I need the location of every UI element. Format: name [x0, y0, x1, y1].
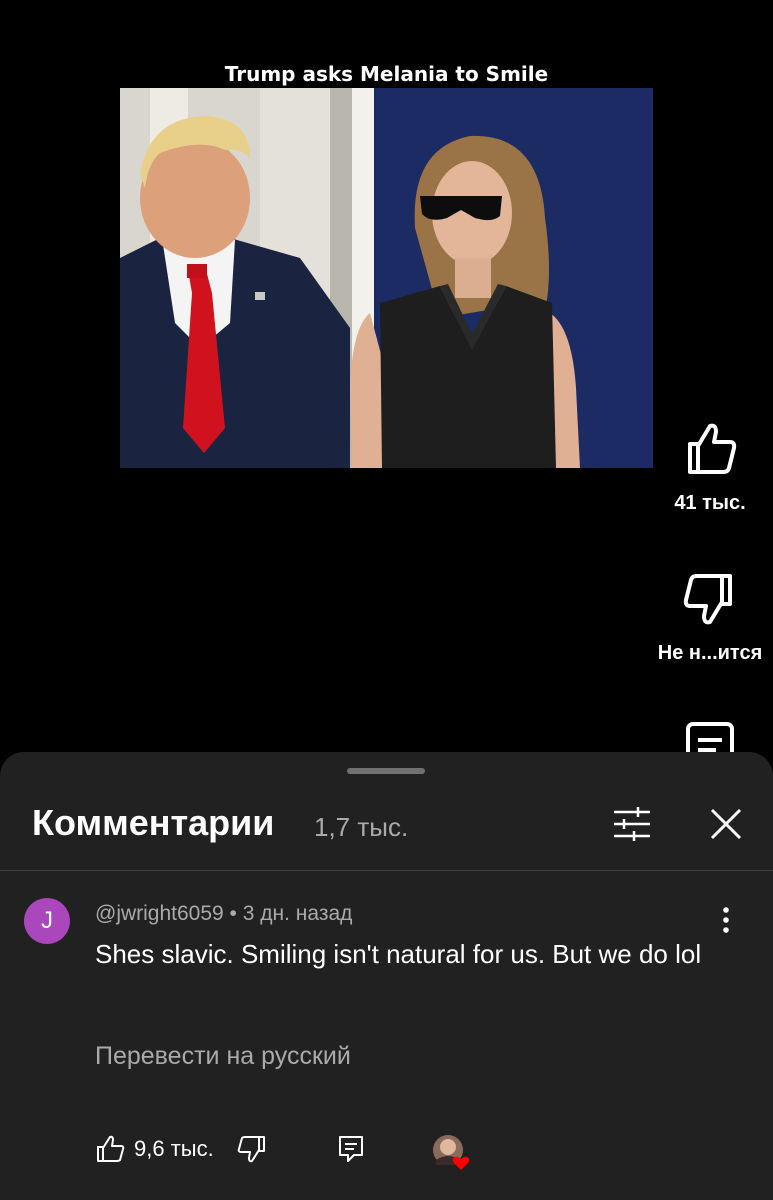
sort-filter-button[interactable] — [610, 806, 654, 842]
like-action[interactable]: 41 тыс. — [650, 420, 770, 515]
comments-count: 1,7 тыс. — [314, 812, 409, 842]
creator-heart-icon — [433, 1135, 470, 1170]
header-divider — [0, 870, 773, 871]
close-icon — [710, 808, 742, 840]
drag-handle[interactable] — [347, 768, 425, 774]
like-icon — [688, 423, 737, 474]
video-player[interactable]: Trump asks Melania to Smile 41 тыс. Не н… — [0, 0, 773, 760]
comment-dislike-button[interactable] — [237, 1134, 267, 1164]
translate-link[interactable]: Перевести на русский — [95, 1042, 351, 1071]
comment-reply-button[interactable] — [336, 1134, 366, 1164]
comments-title: Комментарии — [32, 802, 275, 843]
comment-actions: 9,6 тыс. — [0, 1130, 773, 1178]
sliders-icon — [614, 807, 650, 841]
meta-separator: • — [223, 902, 243, 925]
avatar[interactable]: J — [24, 898, 70, 944]
comment-author[interactable]: @jwright6059 — [95, 902, 224, 925]
like-count: 41 тыс. — [674, 492, 746, 514]
reply-icon — [339, 1136, 363, 1162]
comments-sheet: Комментарии 1,7 тыс. J @jwright6059 • 3 … — [0, 752, 773, 1200]
creator-heart-badge — [430, 1132, 472, 1174]
dislike-label: Не н...ится — [657, 642, 763, 664]
comment-text: Shes slavic. Smiling isn't natural for u… — [95, 939, 702, 969]
dislike-icon — [683, 574, 732, 625]
comment-meta: @jwright6059 • 3 дн. назад — [95, 902, 352, 926]
comment-like-count: 9,6 тыс. — [134, 1136, 214, 1161]
like-icon — [97, 1135, 125, 1162]
video-title: Trump asks Melania to Smile — [224, 62, 549, 86]
video-frame[interactable] — [120, 88, 653, 468]
more-vert-icon — [723, 907, 729, 933]
comment-like-button[interactable] — [95, 1134, 125, 1164]
more-options-button[interactable] — [712, 904, 740, 936]
comment-time: 3 дн. назад — [242, 902, 353, 925]
dislike-icon — [237, 1136, 265, 1163]
video-thumbnail-illustration — [120, 88, 653, 468]
close-button[interactable] — [706, 804, 746, 844]
dislike-action[interactable]: Не н...ится — [650, 572, 770, 665]
